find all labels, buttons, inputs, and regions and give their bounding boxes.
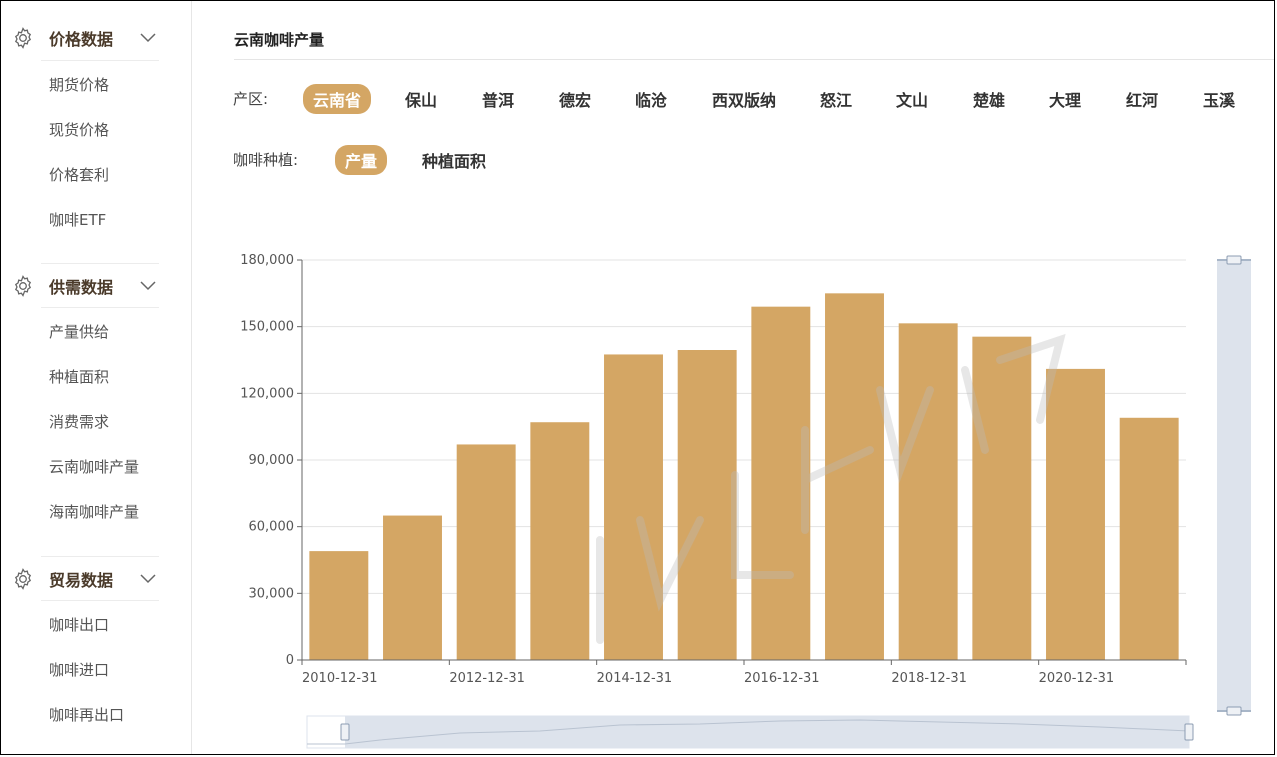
sidebar: 价格数据 期货价格 现货价格 价格套利 咖啡ETF 供需数据 产量供给 种植面积… — [1, 1, 192, 754]
sidebar-item-consumption-demand[interactable]: 消费需求 — [49, 411, 109, 432]
chevron-down-icon[interactable] — [139, 30, 157, 44]
region-filter-label: 产区: — [233, 90, 269, 108]
page-title: 云南咖啡产量 — [234, 31, 325, 49]
sidebar-section-trade[interactable]: 贸易数据 — [1, 557, 191, 601]
sidebar-section-title: 供需数据 — [49, 278, 114, 297]
divider — [41, 60, 159, 61]
main-content: 云南咖啡产量 产区: 云南省 保山 普洱 德宏 临沧 西双版纳 怒江 文山 楚雄… — [192, 1, 1274, 754]
region-chip-xishuangbanna[interactable]: 西双版纳 — [702, 84, 786, 114]
region-chip-honghe[interactable]: 红河 — [1116, 84, 1168, 114]
sidebar-section-price[interactable]: 价格数据 — [1, 16, 191, 60]
divider — [234, 59, 1274, 60]
sidebar-item-production-supply[interactable]: 产量供给 — [49, 321, 109, 342]
sidebar-item-spot-price[interactable]: 现货价格 — [49, 119, 109, 140]
sidebar-item-coffee-etf[interactable]: 咖啡ETF — [49, 209, 106, 230]
sidebar-item-hainan-production[interactable]: 海南咖啡产量 — [49, 501, 139, 522]
region-chip-wenshan[interactable]: 文山 — [886, 84, 938, 114]
divider — [41, 600, 159, 601]
region-chip-dali[interactable]: 大理 — [1039, 84, 1091, 114]
region-chip-yuxi[interactable]: 玉溪 — [1193, 84, 1245, 114]
chevron-down-icon[interactable] — [139, 571, 157, 585]
region-chip-baoshan[interactable]: 保山 — [395, 84, 447, 114]
region-chip-puer[interactable]: 普洱 — [472, 84, 524, 114]
chevron-down-icon[interactable] — [139, 278, 157, 292]
sidebar-section-title: 贸易数据 — [49, 571, 114, 590]
gear-icon — [14, 27, 32, 49]
region-chip-lincang[interactable]: 临沧 — [625, 84, 677, 114]
region-chip-dehong[interactable]: 德宏 — [549, 84, 601, 114]
sidebar-item-futures-price[interactable]: 期货价格 — [49, 74, 109, 95]
metric-filter-label: 咖啡种植: — [233, 151, 299, 169]
metric-chip-planting-area[interactable]: 种植面积 — [412, 145, 496, 175]
region-chip-yunnan[interactable]: 云南省 — [303, 84, 372, 114]
sidebar-section-title: 价格数据 — [49, 30, 114, 49]
sidebar-item-yunnan-production[interactable]: 云南咖啡产量 — [49, 456, 139, 477]
sidebar-item-price-arbitrage[interactable]: 价格套利 — [49, 164, 109, 185]
sidebar-item-coffee-reexport[interactable]: 咖啡再出口 — [49, 704, 124, 725]
sidebar-item-coffee-import[interactable]: 咖啡进口 — [49, 659, 109, 680]
gear-icon — [14, 275, 32, 297]
sidebar-item-coffee-export[interactable]: 咖啡出口 — [49, 614, 109, 635]
divider — [41, 307, 159, 308]
region-chip-chuxiong[interactable]: 楚雄 — [963, 84, 1015, 114]
gear-icon — [14, 568, 32, 590]
sidebar-item-planting-area[interactable]: 种植面积 — [49, 366, 109, 387]
metric-chip-production[interactable]: 产量 — [335, 145, 388, 175]
sidebar-section-supply-demand[interactable]: 供需数据 — [1, 264, 191, 308]
region-chip-nujiang[interactable]: 怒江 — [810, 84, 862, 114]
